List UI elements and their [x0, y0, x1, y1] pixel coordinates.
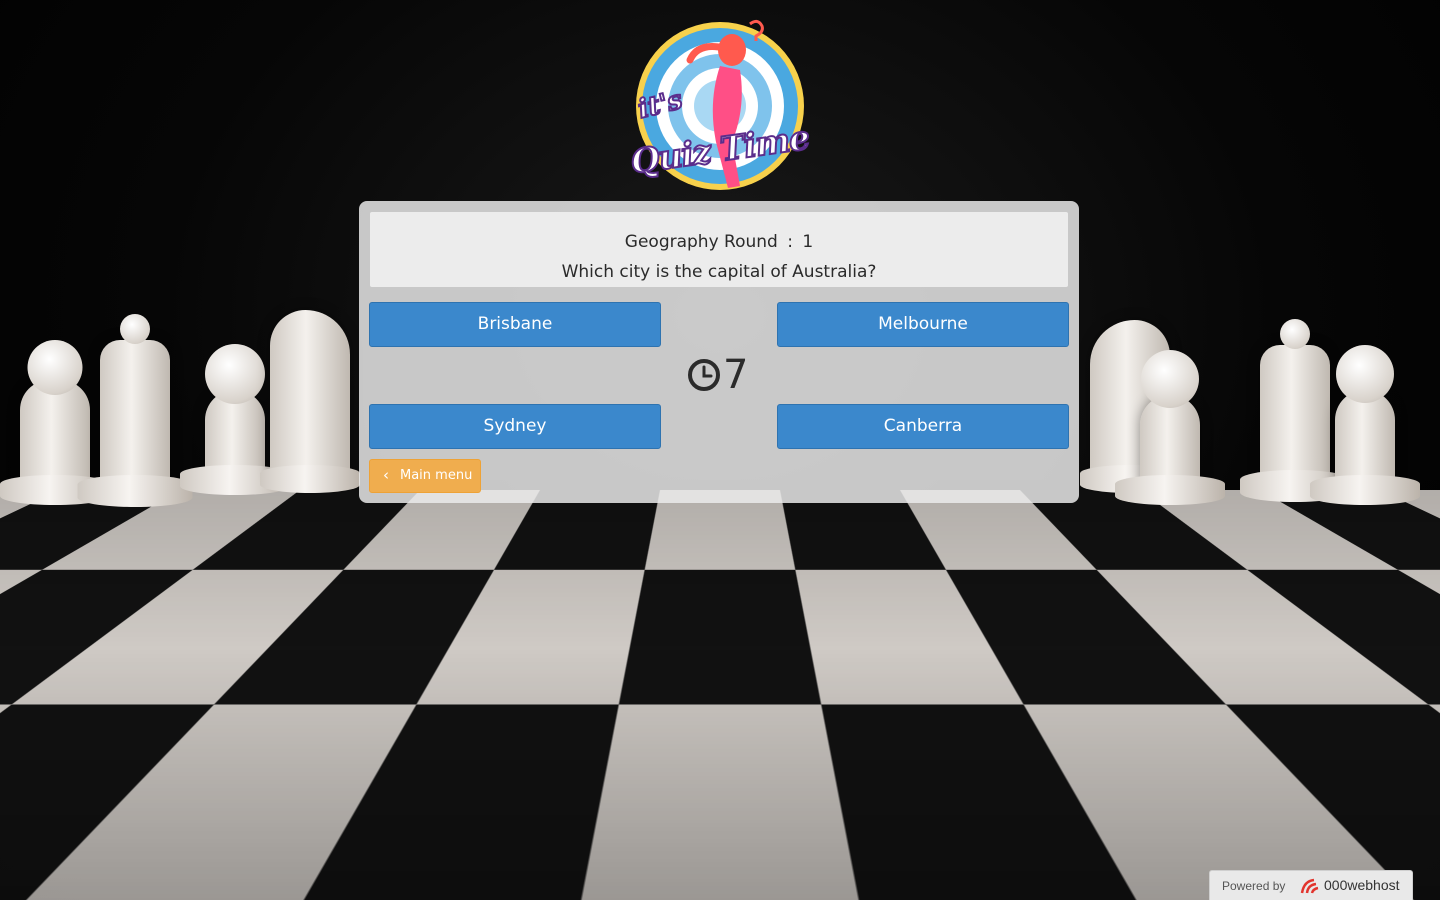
quiz-time-logo: it's Quiz Time [627, 12, 812, 194]
chess-queen [1240, 319, 1350, 502]
powered-by-text: Powered by [1222, 879, 1286, 893]
chess-knight [260, 310, 360, 493]
round-heading: Geography Round : 1 [370, 234, 1068, 251]
quiz-panel: Geography Round : 1 Which city is the ca… [359, 201, 1079, 503]
clock-icon [688, 359, 720, 391]
000webhost-logo-icon [1300, 878, 1319, 894]
chevron-left-icon: ‹ [383, 466, 389, 484]
answer-button-3[interactable]: Sydney [369, 404, 661, 449]
round-separator: : [787, 232, 793, 252]
main-menu-label: Main menu [400, 468, 473, 483]
chess-pawn [0, 340, 110, 505]
round-label: Geography Round [624, 232, 778, 252]
round-number: 1 [802, 232, 814, 252]
countdown-timer: 7 [687, 351, 757, 401]
powered-by-badge[interactable]: Powered by 000webhost [1209, 870, 1413, 900]
chess-pawn [1310, 345, 1420, 505]
timer-value: 7 [723, 352, 749, 398]
host-brand-text: 000webhost [1324, 877, 1400, 893]
answer-button-2[interactable]: Melbourne [777, 302, 1069, 347]
chess-pawn [180, 344, 290, 495]
answer-button-1[interactable]: Brisbane [369, 302, 661, 347]
main-menu-button[interactable]: ‹ Main menu [369, 459, 481, 493]
chess-queen [77, 314, 193, 507]
question-text: Which city is the capital of Australia? [561, 262, 877, 282]
question-box: Geography Round : 1 Which city is the ca… [370, 212, 1068, 287]
answer-button-4[interactable]: Canberra [777, 404, 1069, 449]
chess-pawn [1115, 350, 1225, 505]
